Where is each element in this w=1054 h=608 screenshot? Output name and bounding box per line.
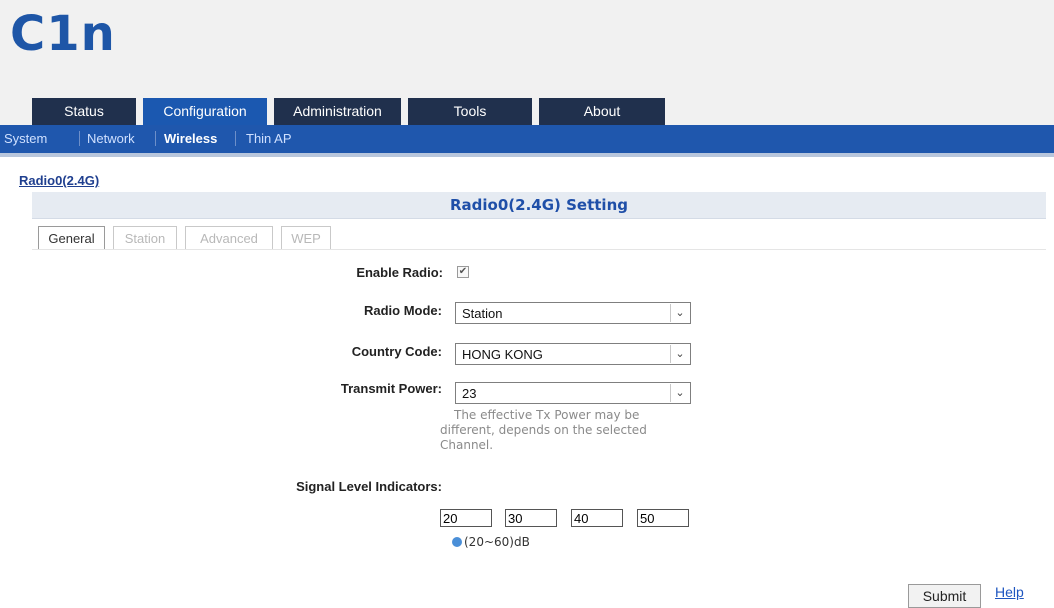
transmit-power-select[interactable]: 23 ⌄ — [455, 382, 691, 404]
radio-mode-select[interactable]: Station ⌄ — [455, 302, 691, 324]
dropdown-arrow-icon: ⌄ — [670, 345, 689, 363]
setting-title: Radio0(2.4G) Setting — [450, 196, 628, 214]
signal-range-text: (20~60)dB — [464, 535, 530, 549]
tab-divider — [401, 98, 408, 125]
signal-range-hint: (20~60)dB — [452, 535, 530, 549]
tab-tools[interactable]: Tools — [408, 98, 532, 125]
signal-level-input-2[interactable] — [505, 509, 557, 527]
enable-radio-checkbox[interactable]: ✔ — [457, 266, 469, 278]
enable-radio-label: Enable Radio: — [356, 265, 443, 280]
subnav-thin-ap[interactable]: Thin AP — [246, 131, 292, 146]
subnav-divider — [155, 131, 156, 146]
subnav-network[interactable]: Network — [87, 131, 135, 146]
tx-power-note: The effective Tx Power may be different,… — [440, 408, 647, 452]
tab-about[interactable]: About — [539, 98, 665, 125]
subtab-advanced[interactable]: Advanced — [185, 226, 273, 250]
setting-title-bar: Radio0(2.4G) Setting — [32, 192, 1046, 219]
submit-button[interactable]: Submit — [908, 584, 981, 608]
tab-divider — [532, 98, 539, 125]
checkbox-check-icon: ✔ — [458, 266, 468, 277]
signal-level-input-1[interactable] — [440, 509, 492, 527]
dropdown-arrow-icon: ⌄ — [670, 384, 689, 402]
tab-configuration[interactable]: Configuration — [143, 98, 267, 125]
subnav-wireless[interactable]: Wireless — [164, 131, 217, 146]
section-link-radio0[interactable]: Radio0(2.4G) — [19, 173, 99, 188]
radio-mode-label: Radio Mode: — [364, 303, 442, 318]
tab-administration[interactable]: Administration — [274, 98, 401, 125]
help-link[interactable]: Help — [995, 584, 1024, 600]
country-code-value: HONG KONG — [462, 347, 543, 362]
subtab-station[interactable]: Station — [113, 226, 177, 250]
radio-mode-value: Station — [462, 306, 503, 321]
tab-status[interactable]: Status — [32, 98, 136, 125]
subnav-divider — [235, 131, 236, 146]
transmit-power-value: 23 — [462, 386, 477, 401]
tab-divider — [267, 98, 274, 125]
logo: C1n — [10, 6, 116, 62]
tab-divider — [136, 98, 143, 125]
signal-level-label: Signal Level Indicators: — [296, 479, 442, 494]
sub-nav: System Network Wireless Thin AP — [0, 125, 1054, 157]
subtab-general[interactable]: General — [38, 226, 105, 250]
tab-underline — [32, 249, 1046, 250]
subnav-system[interactable]: System — [4, 131, 47, 146]
subtab-wep[interactable]: WEP — [281, 226, 331, 250]
country-code-select[interactable]: HONG KONG ⌄ — [455, 343, 691, 365]
subnav-divider — [79, 131, 80, 146]
info-icon — [452, 537, 462, 547]
dropdown-arrow-icon: ⌄ — [670, 304, 689, 322]
signal-level-input-4[interactable] — [637, 509, 689, 527]
transmit-power-label: Transmit Power: — [340, 381, 442, 396]
country-code-label: Country Code: — [351, 344, 442, 359]
signal-level-input-3[interactable] — [571, 509, 623, 527]
